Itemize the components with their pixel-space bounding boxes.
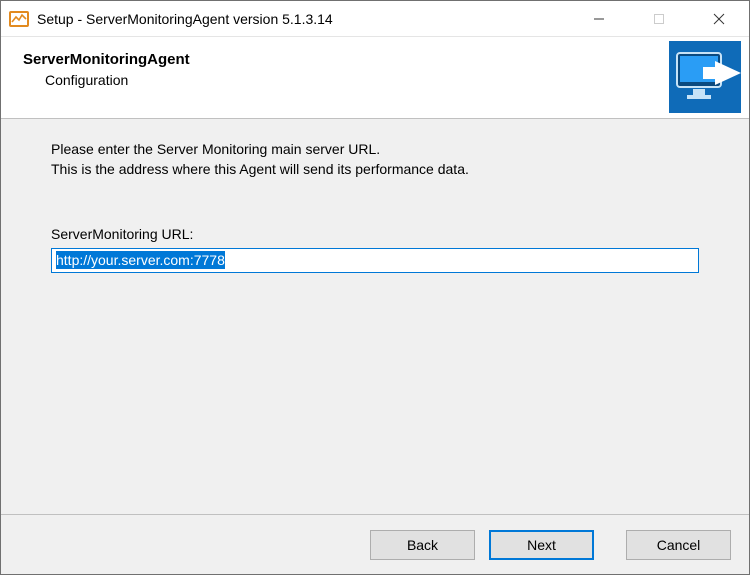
instruction-line: This is the address where this Agent wil…: [51, 159, 699, 179]
url-input[interactable]: http://your.server.com:7778: [51, 248, 699, 273]
url-field-label: ServerMonitoring URL:: [51, 226, 699, 242]
monitor-icon: [669, 41, 741, 113]
next-button[interactable]: Next: [489, 530, 594, 560]
close-button[interactable]: [689, 1, 749, 36]
window-title: Setup - ServerMonitoringAgent version 5.…: [37, 11, 569, 27]
wizard-header: ServerMonitoringAgent Configuration: [1, 37, 749, 119]
back-button[interactable]: Back: [370, 530, 475, 560]
cancel-button[interactable]: Cancel: [626, 530, 731, 560]
header-title: ServerMonitoringAgent: [23, 51, 737, 68]
setup-window: Setup - ServerMonitoringAgent version 5.…: [0, 0, 750, 575]
wizard-content: Please enter the Server Monitoring main …: [1, 119, 749, 514]
window-controls: [569, 1, 749, 36]
maximize-button: [629, 1, 689, 36]
instruction-text: Please enter the Server Monitoring main …: [51, 139, 699, 180]
instruction-line: Please enter the Server Monitoring main …: [51, 139, 699, 159]
titlebar: Setup - ServerMonitoringAgent version 5.…: [1, 1, 749, 37]
url-input-value: http://your.server.com:7778: [56, 251, 225, 269]
wizard-footer: Back Next Cancel: [1, 514, 749, 574]
header-subtitle: Configuration: [45, 72, 737, 88]
header-text: ServerMonitoringAgent Configuration: [23, 51, 737, 88]
app-icon: [9, 9, 29, 29]
minimize-button[interactable]: [569, 1, 629, 36]
